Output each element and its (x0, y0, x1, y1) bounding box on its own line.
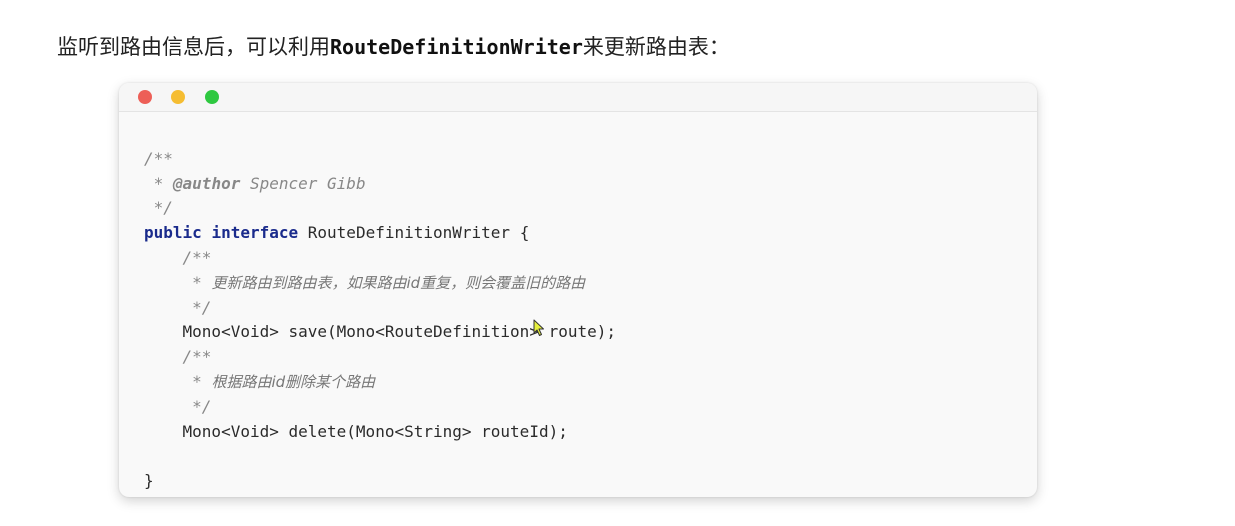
comment-close: */ (144, 198, 173, 218)
code-line: */ (144, 296, 616, 321)
minimize-window-icon[interactable] (171, 90, 185, 104)
intro-suffix: 来更新路由表： (582, 35, 730, 59)
closing-brace: } (144, 471, 154, 491)
delete-comment: 根据路由id删除某个路由 (211, 372, 376, 391)
code-line: public interface RouteDefinitionWriter { (144, 221, 616, 246)
code-line: /** (144, 147, 616, 172)
comment-star: * (182, 371, 212, 391)
comment-star: * (144, 173, 173, 193)
code-line: * 更新路由到路由表，如果路由id重复，则会覆盖旧的路由 (144, 271, 616, 296)
code-line: */ (144, 196, 616, 221)
author-name: Spencer Gibb (240, 173, 366, 193)
mouse-pointer-icon (533, 319, 544, 336)
keyword-public: public (144, 223, 202, 243)
code-line: /** (144, 345, 616, 370)
intro-code-word: RouteDefinitionWriter (330, 35, 583, 59)
code-line: Mono<Void> save(Mono<RouteDefinition> ro… (144, 320, 616, 345)
code-line: * @author Spencer Gibb (144, 172, 616, 197)
code-block: /** * @author Spencer Gibb */ public inte… (144, 122, 616, 497)
intro-text: 监听到路由信息后，可以利用RouteDefinitionWriter来更新路由表… (57, 31, 730, 63)
code-window: /** * @author Spencer Gibb */ public inte… (119, 83, 1037, 497)
comment-open: /** (182, 347, 212, 367)
maximize-window-icon[interactable] (205, 90, 219, 104)
close-window-icon[interactable] (138, 90, 152, 104)
delete-signature: Mono<Void> delete(Mono<String> routeId); (182, 421, 568, 441)
code-line: } (144, 469, 616, 494)
save-signature: Mono<Void> save(Mono<RouteDefinition> ro… (182, 322, 617, 342)
code-line: /** (144, 246, 616, 271)
keyword-interface: interface (211, 223, 299, 243)
code-line: Mono<Void> delete(Mono<String> routeId); (144, 420, 616, 445)
author-tag: @author (172, 173, 241, 193)
comment-close: */ (182, 297, 212, 317)
code-line: */ (144, 395, 616, 420)
code-line: * 根据路由id删除某个路由 (144, 370, 616, 395)
window-titlebar (119, 83, 1037, 112)
intro-prefix: 监听到路由信息后，可以利用 (57, 35, 330, 59)
comment-close: */ (182, 396, 212, 416)
interface-name: RouteDefinitionWriter { (298, 223, 530, 243)
comment-open: /** (182, 247, 212, 267)
save-comment: 更新路由到路由表，如果路由id重复，则会覆盖旧的路由 (211, 273, 586, 292)
comment-star: * (182, 272, 212, 292)
comment-open: /** (144, 148, 173, 168)
